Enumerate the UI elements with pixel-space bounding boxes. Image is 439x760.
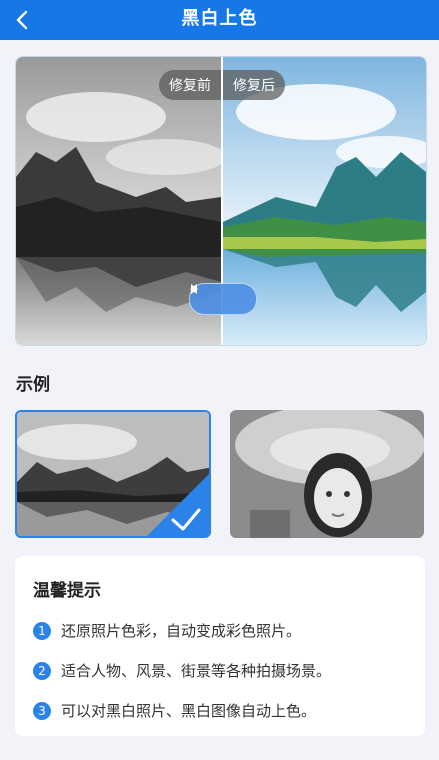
tip-number-badge: 1 (33, 621, 51, 640)
tip-number-badge: 2 (33, 661, 51, 680)
tip-item: 1 还原照片色彩，自动变成彩色照片。 (33, 620, 301, 641)
tip-text: 还原照片色彩，自动变成彩色照片。 (61, 622, 302, 640)
after-label: 修复后 (223, 70, 285, 100)
tip-text: 可以对黑白照片、黑白图像自动上色。 (61, 702, 317, 720)
tip-number-badge: 3 (33, 701, 51, 720)
arrow-right-icon (191, 284, 198, 294)
example-portrait[interactable] (230, 410, 424, 538)
before-label: 修复前 (159, 70, 221, 100)
selected-check-icon (147, 474, 209, 536)
tips-card: 温馨提示 1 还原照片色彩，自动变成彩色照片。 2 适合人物、风景、街景等各种拍… (15, 556, 425, 736)
page-title: 黑白上色 (181, 8, 258, 29)
slider-handle[interactable] (189, 283, 257, 315)
tips-title: 温馨提示 (33, 581, 101, 601)
tip-text: 适合人物、风景、街景等各种拍摄场景。 (61, 662, 332, 680)
examples-title: 示例 (16, 375, 50, 395)
portrait-thumbnail-image (230, 410, 424, 538)
tip-item: 3 可以对黑白照片、黑白图像自动上色。 (33, 700, 316, 721)
app-header: 黑白上色 (0, 0, 439, 40)
example-landscape[interactable] (15, 410, 211, 538)
before-after-comparison[interactable]: 修复前 修复后 (15, 56, 427, 346)
tip-item: 2 适合人物、风景、街景等各种拍摄场景。 (33, 660, 331, 681)
